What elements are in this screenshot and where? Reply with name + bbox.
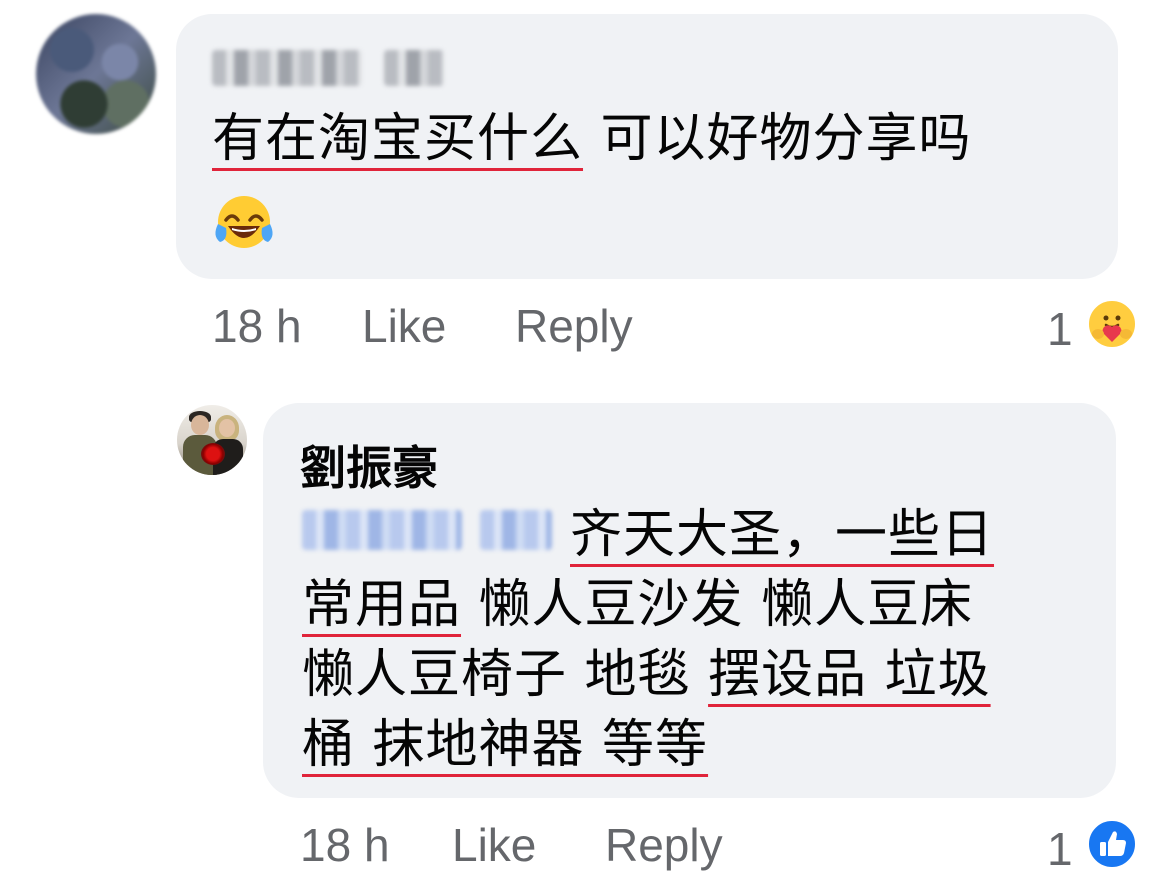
reply-button[interactable]: Reply (515, 299, 633, 353)
reply-text-line-3: 懒人豆椅子 地毯 摆设品 垃圾 (302, 645, 991, 705)
like-button[interactable]: Like (362, 299, 446, 353)
reply-text-line-2: 常用品 懒人豆沙发 懒人豆床 (302, 575, 974, 635)
comment-timestamp[interactable]: 18 h (212, 299, 302, 353)
reply-button[interactable]: Reply (605, 818, 723, 872)
care-reaction-icon[interactable] (1086, 298, 1138, 350)
comment-text: 有在淘宝买什么 可以好物分享吗 (212, 109, 972, 169)
reaction-count[interactable]: 1 (1047, 822, 1073, 876)
commenter-avatar[interactable] (36, 14, 156, 134)
reply-author-name[interactable]: 劉振豪 (300, 432, 438, 498)
reply-text-line-1: 齐天大圣，一些日 (570, 505, 995, 565)
like-button[interactable]: Like (452, 818, 536, 872)
reply-text-line-4: 桶 抹地神器 等等 (302, 715, 709, 775)
like-reaction-icon[interactable] (1086, 818, 1138, 870)
commenter-name-redacted[interactable] (212, 48, 444, 88)
face-with-tears-of-joy-icon (215, 196, 273, 248)
reply-author-avatar[interactable] (177, 405, 247, 475)
mention-redacted[interactable] (302, 510, 552, 554)
reply-timestamp[interactable]: 18 h (300, 818, 390, 872)
reaction-count[interactable]: 1 (1047, 302, 1073, 356)
